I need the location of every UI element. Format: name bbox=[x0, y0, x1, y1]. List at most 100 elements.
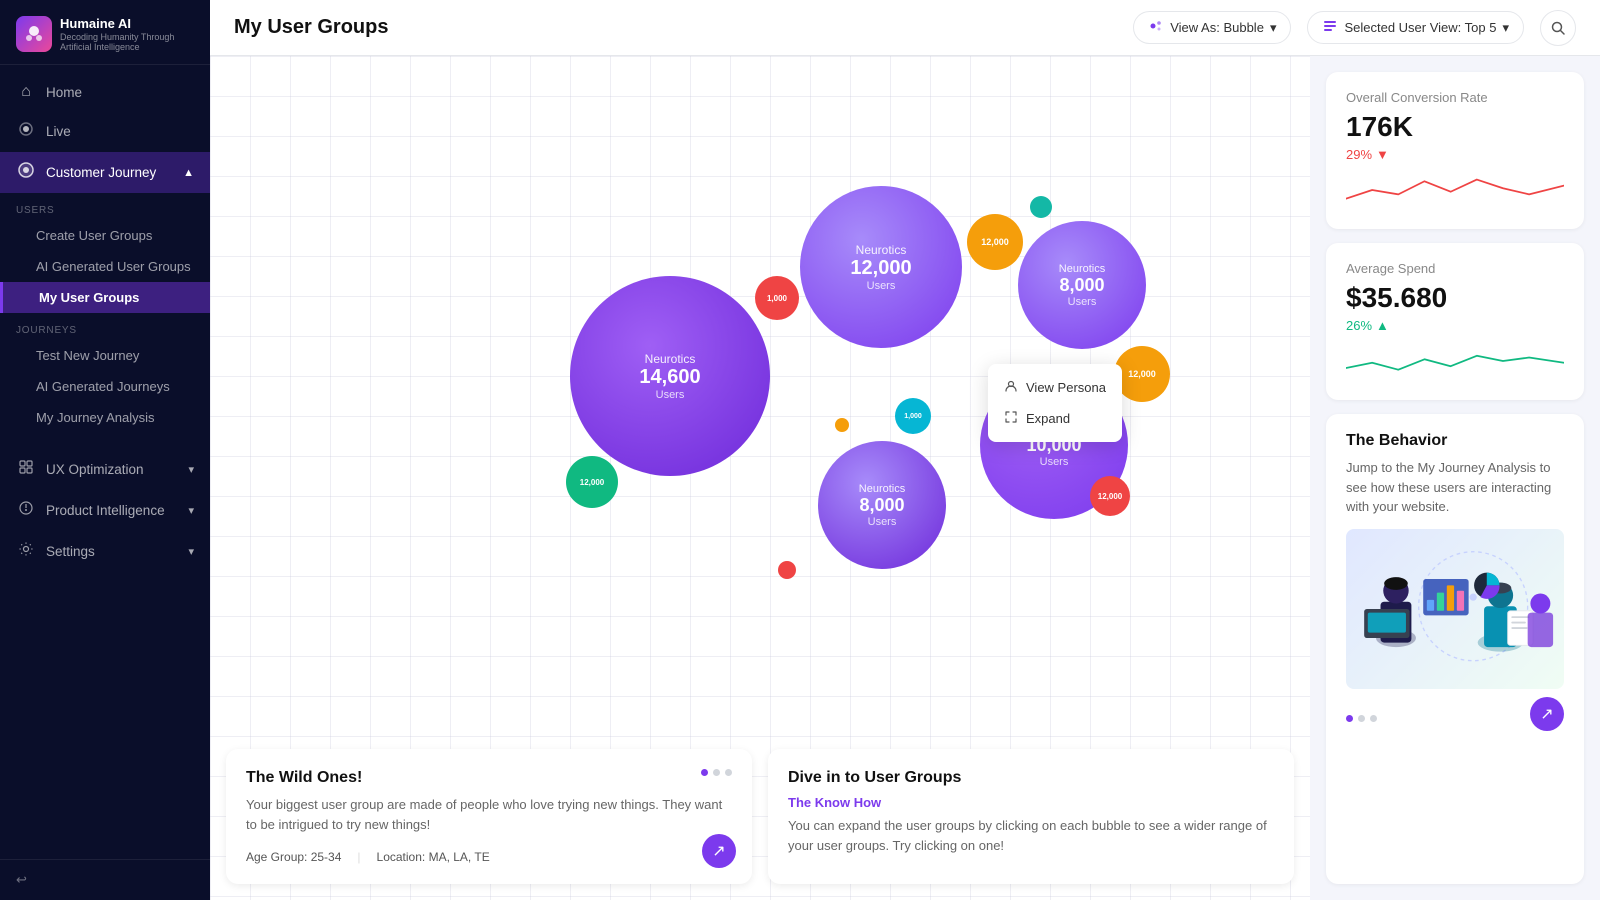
sidebar-item-settings[interactable]: Settings ▾ bbox=[0, 531, 210, 572]
bubble-sub: Users bbox=[867, 280, 896, 292]
bubble-red-left[interactable]: 1,000 bbox=[755, 276, 799, 320]
bubble-sub: Users bbox=[1040, 456, 1069, 468]
ux-optimization-label: UX Optimization bbox=[46, 462, 144, 477]
view-as-chevron: ▾ bbox=[1270, 20, 1277, 36]
meta-divider: | bbox=[357, 850, 360, 864]
behavior-illustration bbox=[1346, 529, 1564, 689]
sidebar-item-ux-optimization[interactable]: UX Optimization ▾ bbox=[0, 449, 210, 490]
bubble-teal-top[interactable] bbox=[1030, 196, 1052, 218]
spend-change-value: 26% bbox=[1346, 318, 1372, 333]
test-new-journey-label: Test New Journey bbox=[36, 348, 139, 363]
bubble-value: 12,000 bbox=[850, 257, 911, 280]
bubble-sub: Users bbox=[656, 389, 685, 401]
bubble-red-bottom-right[interactable]: 12,000 bbox=[1090, 476, 1130, 516]
down-arrow-icon: ▼ bbox=[1376, 147, 1389, 162]
list-icon bbox=[1322, 18, 1338, 37]
wild-ones-card: The Wild Ones! Your biggest user group a… bbox=[226, 749, 752, 884]
logo-title: Humaine AI bbox=[60, 16, 194, 32]
logout-btn[interactable]: ↩ bbox=[16, 872, 194, 888]
conversion-label: Overall Conversion Rate bbox=[1346, 90, 1564, 105]
expand-icon bbox=[1004, 410, 1018, 427]
bubble-chart[interactable]: Neurotics 14,600 Users Neurotics 12,000 … bbox=[210, 56, 1310, 900]
my-journey-analysis-label: My Journey Analysis bbox=[36, 410, 155, 425]
bubble-yellow-tiny[interactable] bbox=[835, 418, 849, 432]
behavior-arrow[interactable]: ↗ bbox=[1530, 697, 1564, 731]
ux-icon bbox=[16, 459, 36, 480]
bubble-value: 12,000 bbox=[580, 478, 604, 487]
live-icon bbox=[16, 121, 36, 142]
user-view-btn[interactable]: Selected User View: Top 5 ▾ bbox=[1307, 11, 1524, 44]
sidebar-item-create-user-groups[interactable]: Create User Groups bbox=[0, 220, 210, 251]
bubble-sub: Users bbox=[868, 516, 897, 528]
dot-1 bbox=[701, 769, 708, 776]
bubble-neurotics-12000[interactable]: Neurotics 12,000 Users bbox=[800, 186, 962, 348]
popup-expand[interactable]: Expand bbox=[988, 403, 1122, 434]
customer-journey-icon bbox=[16, 162, 36, 183]
ai-user-groups-label: AI Generated User Groups bbox=[36, 259, 191, 274]
spend-change: 26% ▲ bbox=[1346, 318, 1564, 333]
bubble-value: 1,000 bbox=[767, 294, 787, 303]
bubble-orange-top[interactable]: 12,000 bbox=[967, 214, 1023, 270]
sidebar-footer: ↩ bbox=[0, 859, 210, 900]
view-as-btn[interactable]: View As: Bubble ▾ bbox=[1133, 11, 1291, 44]
behavior-title: The Behavior bbox=[1346, 432, 1564, 450]
dot-2 bbox=[713, 769, 720, 776]
popup-view-persona[interactable]: View Persona bbox=[988, 372, 1122, 403]
search-button[interactable] bbox=[1540, 10, 1576, 46]
product-icon bbox=[16, 500, 36, 521]
wild-ones-desc: Your biggest user group are made of peop… bbox=[246, 795, 732, 834]
bubble-red-tiny-bottom[interactable] bbox=[778, 561, 796, 579]
bottom-cards: The Wild Ones! Your biggest user group a… bbox=[210, 733, 1310, 900]
spend-label: Average Spend bbox=[1346, 261, 1564, 276]
behavior-footer: ↗ bbox=[1346, 697, 1564, 731]
sidebar-item-my-journey-analysis[interactable]: My Journey Analysis bbox=[0, 402, 210, 433]
bubble-neurotics-8000-tr[interactable]: Neurotics 8,000 Users bbox=[1018, 221, 1146, 349]
average-spend-card: Average Spend $35.680 26% ▲ bbox=[1326, 243, 1584, 400]
logo-icon bbox=[16, 16, 52, 52]
bubble-label: Neurotics bbox=[859, 483, 905, 495]
sidebar-item-product-intelligence[interactable]: Product Intelligence ▾ bbox=[0, 490, 210, 531]
bubble-neurotics-8000-bot[interactable]: Neurotics 8,000 Users bbox=[818, 441, 946, 569]
ux-chevron: ▾ bbox=[188, 463, 194, 476]
dot-3 bbox=[725, 769, 732, 776]
product-intelligence-label: Product Intelligence bbox=[46, 503, 165, 518]
view-as-icon bbox=[1148, 18, 1164, 37]
popup-view-persona-label: View Persona bbox=[1026, 380, 1106, 395]
conversion-rate-card: Overall Conversion Rate 176K 29% ▼ bbox=[1326, 72, 1584, 229]
sidebar-item-test-new-journey[interactable]: Test New Journey bbox=[0, 340, 210, 371]
bubble-teal-left[interactable]: 12,000 bbox=[566, 456, 618, 508]
bubble-sub: Users bbox=[1068, 296, 1097, 308]
bubble-orange-right[interactable]: 12,000 bbox=[1114, 346, 1170, 402]
bubble-popup: View Persona Expand bbox=[988, 364, 1122, 442]
sidebar-item-ai-user-groups[interactable]: AI Generated User Groups bbox=[0, 251, 210, 282]
my-user-groups-label: My User Groups bbox=[39, 290, 139, 305]
card-dots bbox=[701, 769, 732, 776]
behavior-card: The Behavior Jump to the My Journey Anal… bbox=[1326, 414, 1584, 884]
bubble-cyan-mid[interactable]: 1,000 bbox=[895, 398, 931, 434]
sidebar-item-live[interactable]: Live bbox=[0, 111, 210, 152]
bubble-neurotics-14600[interactable]: Neurotics 14,600 Users bbox=[570, 276, 770, 476]
journeys-section-label: JOURNEYS bbox=[0, 313, 210, 340]
bubble-value: 1,000 bbox=[904, 413, 922, 420]
sidebar-item-ai-generated-journeys[interactable]: AI Generated Journeys bbox=[0, 371, 210, 402]
sidebar-item-customer-journey[interactable]: Customer Journey ▲ bbox=[0, 152, 210, 193]
page-title: My User Groups bbox=[234, 16, 388, 39]
wild-ones-arrow[interactable]: ↗ bbox=[702, 834, 736, 868]
wild-ones-title: The Wild Ones! bbox=[246, 769, 732, 787]
wild-ones-meta: Age Group: 25-34 | Location: MA, LA, TE bbox=[246, 850, 732, 864]
bubble-label: Neurotics bbox=[856, 243, 907, 257]
bubble-value: 12,000 bbox=[1128, 369, 1156, 379]
logo-subtitle: Decoding Humanity Through Artificial Int… bbox=[60, 32, 194, 52]
right-panel: Overall Conversion Rate 176K 29% ▼ Avera… bbox=[1310, 56, 1600, 900]
dive-in-title: Dive in to User Groups bbox=[788, 769, 1274, 787]
dive-in-desc: You can expand the user groups by clicki… bbox=[788, 816, 1274, 855]
location: Location: MA, LA, TE bbox=[377, 850, 490, 864]
conversion-change: 29% ▼ bbox=[1346, 147, 1564, 162]
header: My User Groups View As: Bubble ▾ bbox=[210, 0, 1600, 56]
sidebar-item-my-user-groups[interactable]: My User Groups bbox=[0, 282, 210, 313]
user-view-label: Selected User View: Top 5 bbox=[1344, 20, 1496, 35]
conversion-change-value: 29% bbox=[1346, 147, 1372, 162]
main: My User Groups View As: Bubble ▾ bbox=[210, 0, 1600, 900]
sidebar-item-home[interactable]: ⌂ Home bbox=[0, 73, 210, 111]
settings-label: Settings bbox=[46, 544, 95, 559]
